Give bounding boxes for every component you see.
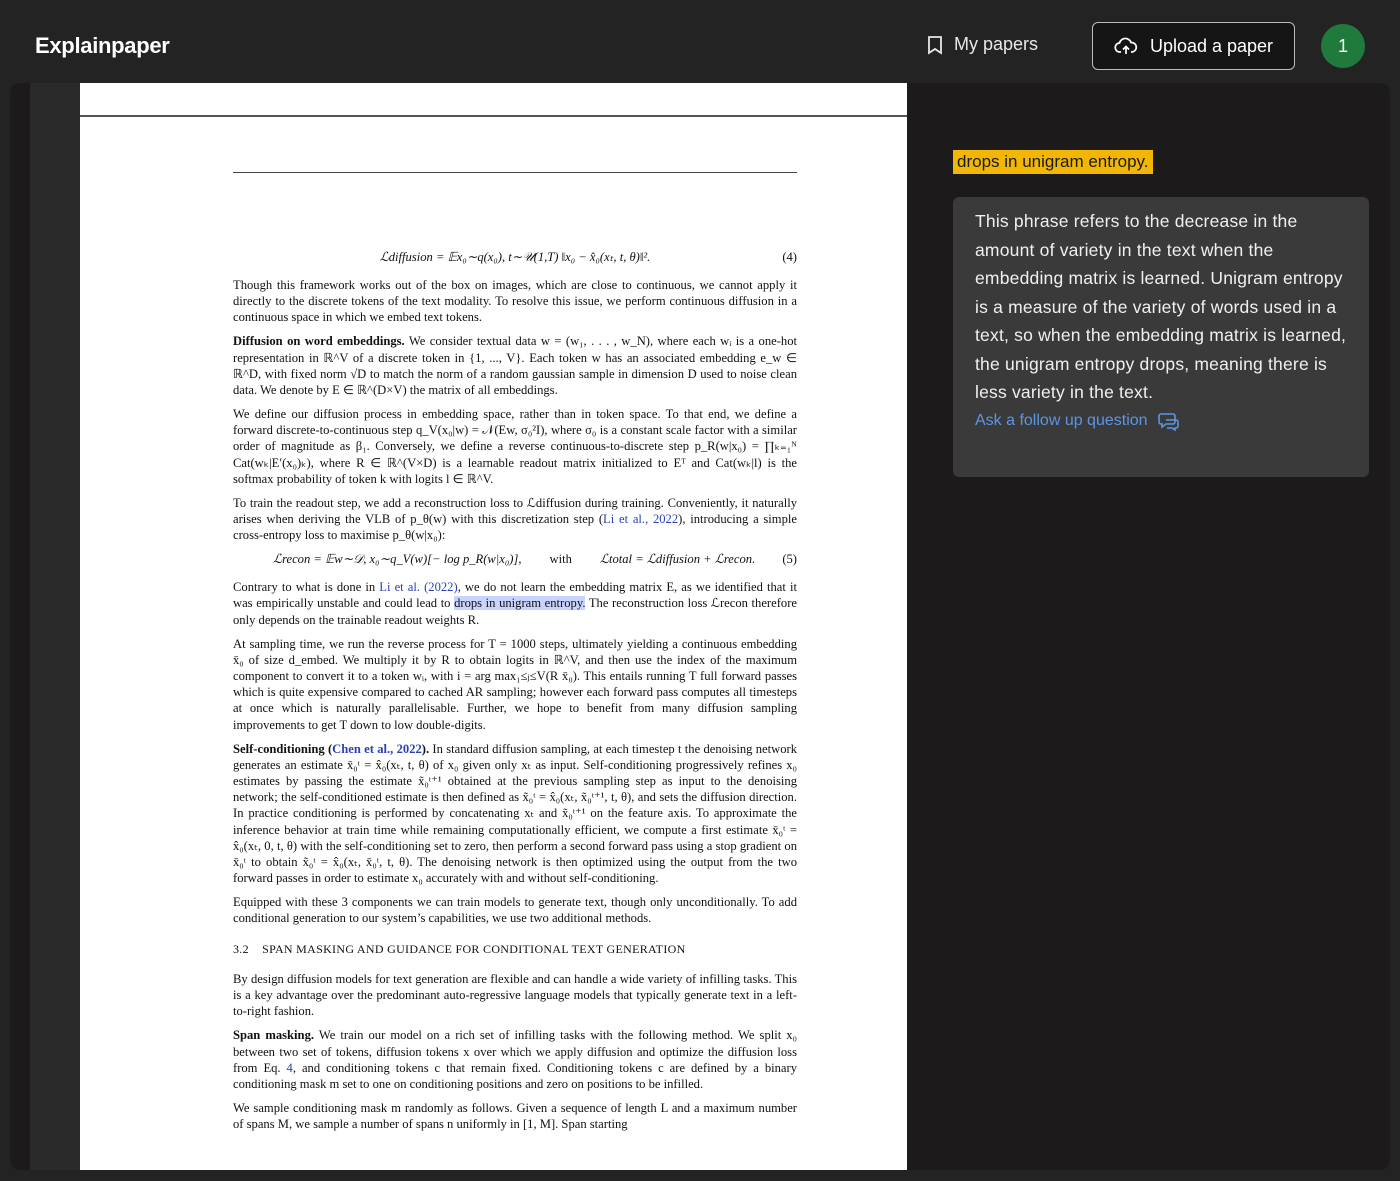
top-bar: Explainpaper My papers Upload a paper 1	[0, 0, 1400, 83]
follow-up-label: Ask a follow up question	[975, 411, 1148, 429]
paragraph-heading: Self-conditioning (	[233, 741, 333, 756]
follow-up-button[interactable]: Ask a follow up question	[975, 411, 1347, 431]
chat-bubbles-icon	[1157, 412, 1179, 431]
equation-text: ℒrecon = 𝔼w∼𝒟, x₀∼q_V(w)[− log p_R(w|x₀)…	[273, 552, 522, 567]
paragraph: Equipped with these 3 components we can …	[233, 895, 797, 926]
paragraph: Self-conditioning (Chen et al., 2022). I…	[233, 741, 797, 887]
workspace: ℒdiffusion = 𝔼x₀∼q(x₀), t∼𝒰(1,T) ‖x₀ − x…	[10, 83, 1390, 1170]
explanation-text: This phrase refers to the decrease in th…	[975, 211, 1347, 402]
paragraph-text: , and conditioning tokens c that remain …	[233, 1060, 797, 1091]
equation-number: (4)	[782, 250, 797, 264]
paragraph-heading: Span masking.	[233, 1028, 315, 1043]
paragraph: We sample conditioning mask m randomly a…	[233, 1100, 797, 1132]
pdf-viewer[interactable]: ℒdiffusion = 𝔼x₀∼q(x₀), t∼𝒰(1,T) ‖x₀ − x…	[80, 83, 907, 1170]
upload-paper-button[interactable]: Upload a paper	[1092, 22, 1295, 70]
paper-text: ℒdiffusion = 𝔼x₀∼q(x₀), t∼𝒰(1,T) ‖x₀ − x…	[233, 249, 797, 1140]
paragraph: Contrary to what is done in Li et al. (2…	[233, 579, 797, 628]
paragraph-heading: Diffusion on word embeddings.	[233, 334, 405, 349]
upload-paper-label: Upload a paper	[1149, 35, 1274, 56]
citation-link[interactable]: Li et al., 2022	[603, 512, 678, 526]
equation-4: ℒdiffusion = 𝔼x₀∼q(x₀), t∼𝒰(1,T) ‖x₀ − x…	[233, 249, 797, 265]
app-logo[interactable]: Explainpaper	[35, 33, 170, 59]
paragraph: At sampling time, we run the reverse pro…	[233, 636, 797, 732]
explanation-panel: drops in unigram entropy. This phrase re…	[907, 83, 1390, 1170]
my-papers-label: My papers	[954, 34, 1039, 54]
page-break	[80, 115, 907, 117]
paragraph-text: Contrary to what is done in	[233, 580, 380, 595]
equation-text: with	[549, 552, 572, 567]
user-avatar[interactable]: 1	[1321, 24, 1365, 68]
selected-phrase[interactable]: drops in unigram entropy.	[454, 596, 586, 611]
paragraph: To train the readout step, we add a reco…	[233, 495, 797, 544]
equation-text: ℒtotal = ℒdiffusion + ℒrecon.	[599, 552, 756, 567]
paragraph: By design diffusion models for text gene…	[233, 971, 797, 1019]
citation-link[interactable]: Chen et al., 2022	[332, 742, 422, 756]
equation-number: (5)	[782, 552, 797, 567]
paragraph: Though this framework works out of the b…	[233, 278, 797, 325]
paragraph: We define our diffusion process in embed…	[233, 407, 797, 486]
my-papers-link[interactable]: My papers	[926, 34, 1038, 55]
equation-text: ℒdiffusion = 𝔼x₀∼q(x₀), t∼𝒰(1,T) ‖x₀ − x…	[379, 250, 651, 264]
paragraph-text: In standard diffusion sampling, at each …	[233, 741, 798, 886]
citation-link[interactable]: Li et al. (2022)	[379, 580, 457, 594]
paper-gutter	[30, 83, 80, 1170]
paragraph: Span masking. We train our model on a ri…	[233, 1027, 797, 1092]
explanation-card: This phrase refers to the decrease in th…	[953, 197, 1369, 477]
bookmark-icon	[928, 35, 942, 55]
footnote-rule	[233, 172, 797, 173]
paragraph: Diffusion on word embeddings. We conside…	[233, 333, 797, 398]
selected-text: drops in unigram entropy.	[953, 150, 1153, 174]
cloud-upload-icon	[1114, 37, 1138, 54]
section-heading: 3.2 SPAN MASKING AND GUIDANCE FOR CONDIT…	[233, 941, 686, 956]
equation-5: ℒrecon = 𝔼w∼𝒟, x₀∼q_V(w)[− log p_R(w|x₀)…	[233, 551, 797, 567]
